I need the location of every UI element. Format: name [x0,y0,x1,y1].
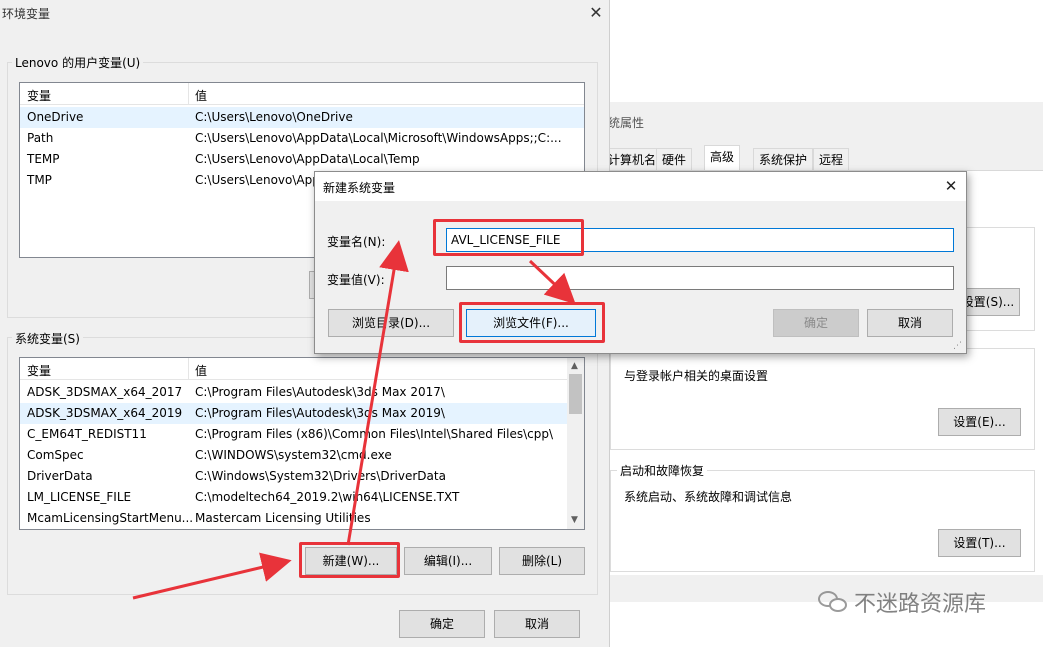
tab-computer-name[interactable]: 计算机名 [603,148,663,170]
close-icon[interactable]: ✕ [940,175,962,197]
user-profile-settings-button[interactable]: 设置(E)... [938,408,1021,436]
edit-variable-button[interactable]: 编辑(I)... [404,547,492,575]
watermark: 不迷路资源库 [818,586,986,618]
startup-recovery-title: 启动和故障恢复 [617,462,708,479]
close-icon[interactable]: ✕ [586,3,606,23]
tab-advanced[interactable]: 高级 [704,145,741,171]
table-row[interactable]: TEMP C:\Users\Lenovo\AppData\Local\Temp [20,149,584,170]
column-header-value[interactable]: 值 [195,87,207,104]
new-variable-dialog-title: 新建系统变量 [323,181,396,195]
scroll-up-icon[interactable]: ▲ [571,361,578,371]
scrollbar-thumb[interactable] [569,374,582,414]
dialog-ok-button[interactable]: 确定 [773,309,859,337]
table-row[interactable]: ADSK_3DSMAX_x64_2019 C:\Program Files\Au… [20,403,567,424]
highlight-new-button [299,542,400,578]
startup-recovery-description: 系统启动、系统故障和调试信息 [624,490,793,504]
table-row[interactable]: ADSK_3DSMAX_x64_2017 C:\Program Files\Au… [20,382,567,403]
ok-button[interactable]: 确定 [399,610,485,638]
delete-variable-button[interactable]: 删除(L) [499,547,585,575]
watermark-text: 不迷路资源库 [854,592,987,617]
list-header: 变量 值 [20,358,567,380]
table-row[interactable]: C_EM64T_REDIST11 C:\Program Files (x86)\… [20,424,567,445]
table-row[interactable]: McamLicensingStartMenu... Mastercam Lice… [20,508,567,529]
user-variables-title: Lenovo 的用户变量(U) [12,54,144,71]
tab-system-protection[interactable]: 系统保护 [753,148,814,170]
dialog-cancel-button[interactable]: 取消 [867,309,953,337]
resize-grip-icon[interactable]: ⋰ [953,341,962,351]
variable-value-input[interactable] [446,266,954,290]
startup-recovery-settings-button[interactable]: 设置(T)... [938,529,1021,557]
variable-name-label: 变量名(N): [327,235,386,249]
env-window-title: 环境变量 [2,7,51,21]
browse-directory-button[interactable]: 浏览目录(D)... [328,309,454,337]
cancel-button[interactable]: 取消 [494,610,580,638]
list-header: 变量 值 [20,83,584,105]
column-header-value[interactable]: 值 [195,362,207,379]
wechat-icon [818,589,848,615]
table-row[interactable]: Path C:\Users\Lenovo\AppData\Local\Micro… [20,128,584,149]
system-properties-title: 统属性 [608,116,645,130]
new-variable-dialog-titlebar [315,172,966,201]
vertical-scrollbar[interactable]: ▲ ▼ [567,358,584,529]
scroll-down-icon[interactable]: ▼ [571,515,578,525]
highlight-variable-name [433,219,584,256]
table-row[interactable]: OneDrive C:\Users\Lenovo\OneDrive [20,107,584,128]
highlight-browse-file [459,302,605,343]
table-row[interactable]: DriverData C:\Windows\System32\Drivers\D… [20,466,567,487]
tab-hardware[interactable]: 硬件 [656,148,693,170]
table-row[interactable]: LM_LICENSE_FILE C:\modeltech64_2019.2\wi… [20,487,567,508]
column-header-variable[interactable]: 变量 [27,87,51,104]
system-variables-title: 系统变量(S) [12,330,83,347]
variable-value-label: 变量值(V): [327,273,385,287]
column-header-variable[interactable]: 变量 [27,362,51,379]
user-profile-description: 与登录帐户相关的桌面设置 [624,369,769,383]
tab-remote[interactable]: 远程 [813,148,850,170]
table-row[interactable]: ComSpec C:\WINDOWS\system32\cmd.exe [20,445,567,466]
system-variables-list[interactable]: 变量 值 ADSK_3DSMAX_x64_2017 C:\Program Fil… [19,357,585,530]
